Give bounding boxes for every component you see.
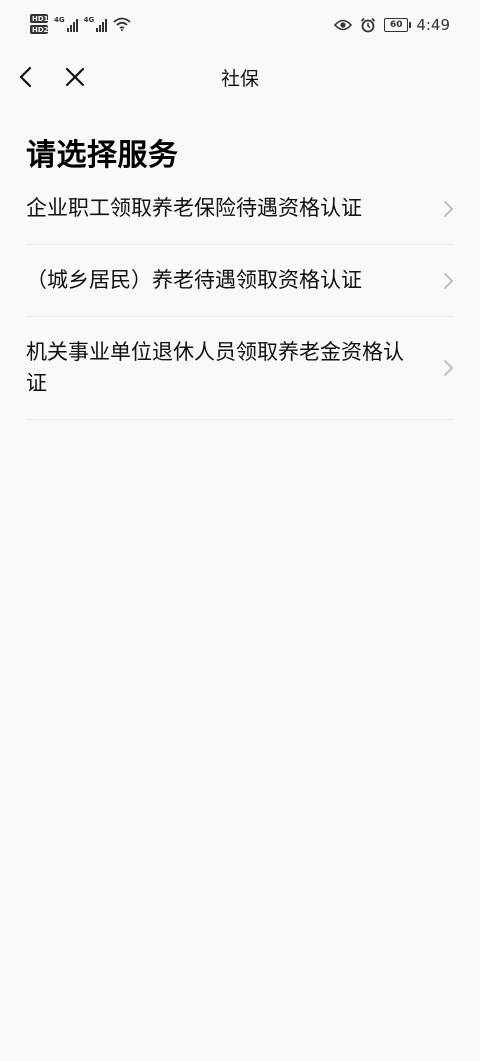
- sim-slot-label: 2: [43, 26, 49, 34]
- nav-bar: 社保: [0, 56, 480, 98]
- service-item-urban-rural-pension[interactable]: （城乡居民）养老待遇领取资格认证: [26, 245, 454, 317]
- service-item-label: 机关事业单位退休人员领取养老金资格认证: [26, 340, 404, 395]
- chevron-right-icon: [444, 360, 453, 376]
- hd-label: HD: [32, 15, 44, 23]
- signal-icon-sim2: 4G: [84, 16, 108, 32]
- status-right: 60 4:49: [334, 16, 450, 34]
- status-bar: HD 1 HD 2 4G 4G 60 4:49: [0, 0, 480, 56]
- hd-badge-2: HD 2: [30, 25, 49, 34]
- network-type-label: 4G: [54, 16, 65, 24]
- clock: 4:49: [416, 16, 450, 34]
- signal-icon-sim1: 4G: [54, 16, 78, 32]
- page-title: 社保: [220, 68, 259, 90]
- battery-level: 60: [390, 20, 403, 30]
- hd-indicators: HD 1 HD 2: [30, 14, 49, 34]
- service-item-enterprise-pension[interactable]: 企业职工领取养老保险待遇资格认证: [26, 173, 454, 245]
- chevron-right-icon: [444, 200, 453, 217]
- service-list: 企业职工领取养老保险待遇资格认证 （城乡居民）养老待遇领取资格认证 机关事业单位…: [26, 173, 454, 420]
- wifi-icon: [113, 17, 131, 31]
- status-left: HD 1 HD 2 4G 4G: [30, 14, 131, 34]
- section-heading: 请选择服务: [26, 138, 179, 173]
- service-item-institution-retiree-pension[interactable]: 机关事业单位退休人员领取养老金资格认证: [26, 317, 454, 420]
- battery-icon: 60: [384, 18, 412, 32]
- service-item-label: 企业职工领取养老保险待遇资格认证: [26, 196, 362, 220]
- eye-icon: [334, 19, 353, 31]
- hd-label: HD: [32, 26, 44, 34]
- chevron-right-icon: [444, 272, 453, 289]
- alarm-icon: [361, 17, 376, 33]
- network-type-label: 4G: [83, 16, 95, 24]
- service-item-label: （城乡居民）养老待遇领取资格认证: [26, 268, 362, 292]
- sim-slot-label: 1: [43, 15, 49, 23]
- hd-badge-1: HD 1: [30, 14, 49, 23]
